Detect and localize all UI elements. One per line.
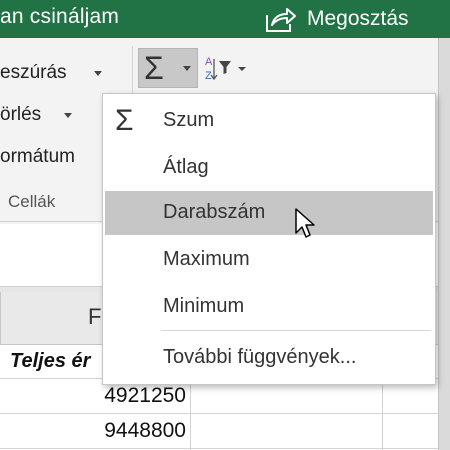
share-icon — [266, 8, 296, 32]
insert-button[interactable]: eszúrás — [0, 62, 67, 84]
menu-item-max[interactable]: Maximum — [105, 238, 433, 282]
menu-item-label: További függvények... — [163, 346, 357, 368]
menu-item-label: Minimum — [163, 295, 245, 317]
menu-item-sum[interactable]: Σ Szum — [105, 99, 433, 143]
value-cell[interactable]: 9448800 — [104, 419, 186, 443]
autosum-button[interactable]: Σ — [138, 48, 198, 88]
delete-dropdown-icon[interactable] — [64, 113, 72, 118]
menu-item-label: Szum — [163, 109, 215, 131]
column-divider[interactable] — [0, 292, 1, 344]
svg-text:A: A — [205, 56, 213, 68]
chevron-down-icon — [183, 66, 191, 71]
menu-item-label: Átlag — [163, 156, 209, 178]
scroll-area[interactable] — [438, 38, 450, 450]
share-label: Megosztás — [307, 7, 409, 30]
format-label: ormátum — [0, 146, 75, 167]
menu-item-min[interactable]: Minimum — [105, 285, 433, 329]
format-button[interactable]: ormátum — [0, 146, 75, 168]
sigma-icon: Σ — [144, 50, 164, 86]
sort-filter-button[interactable]: A Z — [202, 50, 256, 86]
menu-item-more-functions[interactable]: További függvények... — [105, 336, 433, 380]
insert-label: eszúrás — [0, 62, 67, 83]
sort-filter-icon: A Z — [205, 56, 246, 82]
menu-item-label: Darabszám — [163, 201, 266, 223]
sigma-icon: Σ — [115, 104, 134, 137]
column-header-f[interactable]: F — [88, 304, 101, 330]
cells-group-label: Cellák — [8, 192, 56, 211]
table-row[interactable]: 9448800 — [0, 414, 438, 449]
insert-dropdown-icon[interactable] — [94, 71, 102, 76]
window-title: an csináljam — [0, 5, 120, 28]
header-cell[interactable]: Teljes ér — [10, 350, 90, 373]
delete-label: örlés — [0, 104, 42, 125]
menu-item-label: Maximum — [163, 248, 250, 270]
menu-item-count[interactable]: Darabszám — [105, 191, 433, 235]
mouse-cursor-icon — [295, 208, 315, 238]
menu-item-average[interactable]: Átlag — [105, 146, 433, 190]
menu-separator — [161, 330, 431, 331]
value-cell[interactable]: 4921250 — [104, 384, 186, 408]
delete-button[interactable]: örlés — [0, 104, 41, 126]
title-bar: an csináljam Megosztás — [0, 0, 450, 38]
share-button[interactable]: Megosztás — [263, 0, 450, 38]
autosum-dropdown-menu: Σ Szum Átlag Darabszám Maximum Minimum T… — [102, 93, 436, 385]
